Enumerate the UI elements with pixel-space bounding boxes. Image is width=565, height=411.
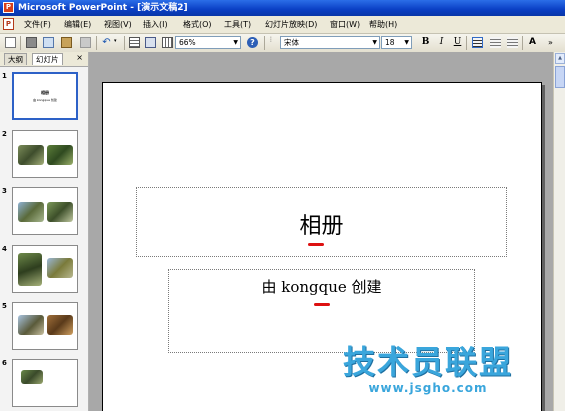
document-icon[interactable]: P [3, 18, 14, 30]
menu-slideshow[interactable]: 幻灯片放映(D) [265, 19, 317, 30]
chevron-down-icon: ▼ [233, 39, 238, 46]
photo-placeholder [18, 315, 44, 335]
slide-number: 6 [2, 359, 7, 367]
powerpoint-icon[interactable]: P [3, 2, 14, 13]
print-icon[interactable] [26, 37, 37, 48]
menu-bar: P 文件(F) 编辑(E) 视图(V) 插入(I) 格式(O) 工具(T) 幻灯… [0, 16, 565, 34]
bullet-list-icon[interactable] [507, 37, 518, 48]
tab-slides[interactable]: 幻灯片 [32, 53, 63, 65]
font-select[interactable]: 宋体 ▼ [280, 36, 380, 49]
undo-icon[interactable]: ↶ [101, 37, 112, 48]
format-painter-icon[interactable] [80, 37, 91, 48]
menu-insert[interactable]: 插入(I) [143, 19, 168, 30]
menu-file[interactable]: 文件(F) [24, 19, 51, 30]
menu-tools[interactable]: 工具(T) [224, 19, 251, 30]
table-icon[interactable] [129, 37, 140, 48]
slide-thumbnail-5[interactable] [12, 302, 78, 350]
close-icon[interactable]: × [76, 53, 83, 62]
numbered-list-icon[interactable] [490, 37, 501, 48]
slide-thumbnail-4[interactable] [12, 245, 78, 293]
scroll-up-icon[interactable]: ▲ [555, 53, 565, 64]
window-title: Microsoft PowerPoint - [演示文稿2] [18, 3, 188, 13]
slide-thumbnail-1[interactable]: 相册 由 kongque 创建 [12, 72, 78, 120]
toolbar-options-icon[interactable]: » [545, 37, 556, 48]
bold-button[interactable]: B [420, 37, 431, 48]
photo-placeholder [18, 253, 42, 286]
help-icon[interactable]: ? [247, 37, 258, 48]
underline-button[interactable]: U [452, 37, 463, 48]
thumbnail-title: 相册 [41, 90, 49, 95]
vertical-scrollbar[interactable]: ▲ [553, 52, 565, 411]
thumbnail-subtitle: 由 kongque 创建 [33, 98, 57, 102]
menu-format[interactable]: 格式(O) [183, 19, 212, 30]
menu-help[interactable]: 帮助(H) [369, 19, 397, 30]
slide-number: 1 [2, 72, 7, 80]
title-bar: P Microsoft PowerPoint - [演示文稿2] [0, 0, 565, 16]
slide-thumbnail-3[interactable] [12, 187, 78, 235]
photo-placeholder [47, 258, 73, 278]
toolbar-separator [96, 36, 97, 50]
toolbar-separator [20, 36, 21, 50]
tab-outline[interactable]: 大纲 [4, 53, 27, 65]
title-placeholder[interactable]: 相册 [136, 187, 507, 257]
red-underline-mark [308, 243, 324, 246]
slide-subtitle: 由 kongque 创建 [261, 278, 382, 296]
italic-button[interactable]: I [436, 37, 447, 48]
photo-placeholder [18, 202, 44, 222]
slide-number: 2 [2, 130, 7, 138]
zoom-value: 66% [179, 38, 196, 47]
photo-placeholder [47, 145, 73, 165]
chevron-down-icon: ▼ [372, 39, 377, 46]
slide-thumbnail-6[interactable] [12, 359, 78, 407]
watermark-text: 技术员联盟 [342, 343, 513, 381]
undo-dropdown-icon[interactable]: ▾ [114, 38, 117, 44]
align-left-icon[interactable] [472, 37, 483, 48]
toolbar-handle-icon[interactable]: ⋮ [268, 37, 274, 48]
menu-window[interactable]: 窗口(W) [330, 19, 360, 30]
photo-placeholder [21, 370, 43, 384]
red-underline-mark [314, 303, 330, 306]
paste-icon[interactable] [61, 37, 72, 48]
copy-icon[interactable] [43, 37, 54, 48]
zoom-select[interactable]: 66% ▼ [175, 36, 241, 49]
toolbar: ↶ ▾ 66% ▼ ? ⋮ 宋体 ▼ 18 ▼ B I U A » [0, 34, 565, 53]
toolbar-separator [466, 36, 467, 50]
increase-font-icon[interactable]: A [527, 37, 538, 48]
font-size-value: 18 [385, 38, 395, 47]
font-size-select[interactable]: 18 ▼ [381, 36, 412, 49]
photo-placeholder [47, 315, 73, 335]
slide-number: 3 [2, 187, 7, 195]
toolbar-separator [124, 36, 125, 50]
menu-edit[interactable]: 编辑(E) [64, 19, 91, 30]
watermark-url: www.jsgho.com [368, 381, 488, 395]
panel-tabs: 大纲 幻灯片 × [0, 52, 88, 67]
menu-view[interactable]: 视图(V) [104, 19, 132, 30]
scrollbar-thumb[interactable] [555, 66, 565, 88]
toolbar-separator [264, 36, 265, 50]
grid-icon[interactable] [162, 37, 173, 48]
slide-title: 相册 [299, 214, 344, 239]
subtitle-placeholder[interactable]: 由 kongque 创建 [168, 269, 475, 353]
new-icon[interactable] [5, 37, 16, 48]
slides-panel: 大纲 幻灯片 × 1 相册 由 kongque 创建 2 3 4 5 6 [0, 52, 89, 411]
photo-placeholder [18, 145, 44, 165]
slide-thumbnail-2[interactable] [12, 130, 78, 178]
font-value: 宋体 [284, 38, 299, 47]
chevron-down-icon: ▼ [404, 39, 409, 46]
toolbar-separator [522, 36, 523, 50]
watermark-logo: 技术员联盟 www.jsgho.com [333, 343, 523, 395]
chart-icon[interactable] [145, 37, 156, 48]
slide-number: 5 [2, 302, 7, 310]
slide-number: 4 [2, 245, 7, 253]
photo-placeholder [47, 202, 73, 222]
